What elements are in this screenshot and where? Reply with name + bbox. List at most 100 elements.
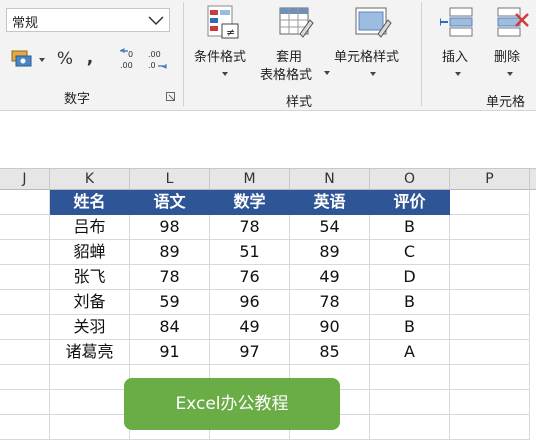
column-header-p[interactable]: P <box>450 169 530 190</box>
cell[interactable] <box>450 290 530 315</box>
cell[interactable] <box>450 365 530 390</box>
cell[interactable] <box>0 290 50 315</box>
column-header-n[interactable]: N <box>290 169 370 190</box>
table-row: 吕布 98 78 54 B <box>0 215 536 240</box>
delete-cells-label: 删除 <box>494 50 521 65</box>
svg-text:.00: .00 <box>148 50 161 59</box>
table-row: 貂蝉 89 51 89 C <box>0 240 536 265</box>
table-cell[interactable]: 96 <box>210 290 290 315</box>
cell[interactable] <box>450 190 530 215</box>
cell[interactable] <box>0 240 50 265</box>
table-header-cell[interactable]: 语文 <box>130 190 210 215</box>
cell[interactable] <box>450 215 530 240</box>
percent-style-button[interactable]: % <box>54 47 76 71</box>
table-cell[interactable]: 49 <box>210 315 290 340</box>
cell[interactable] <box>0 415 50 440</box>
table-header-cell[interactable]: 数学 <box>210 190 290 215</box>
table-cell[interactable]: 98 <box>130 215 210 240</box>
table-row: 刘备 59 96 78 B <box>0 290 536 315</box>
cell[interactable] <box>450 240 530 265</box>
table-cell[interactable]: 97 <box>210 340 290 365</box>
cell[interactable] <box>0 365 50 390</box>
table-cell[interactable]: 78 <box>210 215 290 240</box>
increase-decimal-icon: 0 .00 <box>119 48 133 70</box>
insert-cells-icon <box>440 7 473 37</box>
conditional-formatting-label: 条件格式 <box>194 50 247 65</box>
cell[interactable] <box>450 390 530 415</box>
table-cell[interactable]: 51 <box>210 240 290 265</box>
svg-text:0: 0 <box>128 50 133 59</box>
cell[interactable] <box>450 315 530 340</box>
table-cell[interactable]: 貂蝉 <box>50 240 130 265</box>
table-cell[interactable]: 吕布 <box>50 215 130 240</box>
cell[interactable] <box>50 365 130 390</box>
table-cell[interactable]: 91 <box>130 340 210 365</box>
table-cell[interactable]: 关羽 <box>50 315 130 340</box>
group-divider <box>183 2 184 106</box>
cell-styles-label: 单元格样式 <box>334 50 400 65</box>
column-header-j[interactable]: J <box>0 169 50 190</box>
table-cell[interactable]: 90 <box>290 315 370 340</box>
table-cell[interactable]: B <box>370 315 450 340</box>
column-header-o[interactable]: O <box>370 169 450 190</box>
table-cell[interactable]: 89 <box>130 240 210 265</box>
table-cell[interactable]: 49 <box>290 265 370 290</box>
increase-decimal-button[interactable]: 0 .00 <box>118 47 142 71</box>
accounting-format-button[interactable] <box>8 47 48 71</box>
table-header-cell[interactable]: 评价 <box>370 190 450 215</box>
table-cell[interactable]: 54 <box>290 215 370 240</box>
table-cell[interactable]: 89 <box>290 240 370 265</box>
cell[interactable] <box>50 390 130 415</box>
dropdown-caret-icon <box>222 72 228 76</box>
table-cell[interactable]: C <box>370 240 450 265</box>
conditional-formatting-button[interactable]: ≠ 条件格式 <box>190 2 260 82</box>
table-cell[interactable]: D <box>370 265 450 290</box>
table-cell[interactable]: 78 <box>130 265 210 290</box>
table-cell[interactable]: 85 <box>290 340 370 365</box>
table-cell[interactable]: 78 <box>290 290 370 315</box>
accounting-icon <box>11 50 45 67</box>
cell[interactable] <box>0 265 50 290</box>
table-cell[interactable]: 刘备 <box>50 290 130 315</box>
cell[interactable] <box>370 390 450 415</box>
format-as-table-button[interactable]: 套用 表格格式 <box>258 2 334 84</box>
cell[interactable] <box>450 415 530 440</box>
cell[interactable] <box>50 415 130 440</box>
table-header-cell[interactable]: 姓名 <box>50 190 130 215</box>
delete-cells-button[interactable]: 删除 <box>488 2 536 82</box>
cell-styles-button[interactable]: 单元格样式 <box>334 2 412 82</box>
column-header-k[interactable]: K <box>50 169 130 190</box>
group-divider <box>421 2 422 106</box>
number-format-dropdown[interactable]: 常规 <box>6 8 170 32</box>
dialog-launcher-icon[interactable] <box>166 92 176 102</box>
cell[interactable] <box>450 265 530 290</box>
table-header-row: 姓名 语文 数学 英语 评价 <box>0 190 536 215</box>
svg-text:≠: ≠ <box>226 26 235 39</box>
formula-area <box>0 111 536 168</box>
cell[interactable] <box>0 315 50 340</box>
cell[interactable] <box>0 190 50 215</box>
column-header-l[interactable]: L <box>130 169 210 190</box>
table-header-cell[interactable]: 英语 <box>290 190 370 215</box>
cell[interactable] <box>0 340 50 365</box>
table-cell[interactable]: 59 <box>130 290 210 315</box>
cell[interactable] <box>370 415 450 440</box>
group-label-styles: 样式 <box>286 95 313 110</box>
table-cell[interactable]: 张飞 <box>50 265 130 290</box>
cell[interactable] <box>0 390 50 415</box>
table-cell[interactable]: A <box>370 340 450 365</box>
svg-text:.00: .00 <box>120 61 133 70</box>
cell[interactable] <box>370 365 450 390</box>
column-header-m[interactable]: M <box>210 169 290 190</box>
table-cell[interactable]: B <box>370 290 450 315</box>
cell[interactable] <box>0 215 50 240</box>
insert-cells-button[interactable]: 插入 <box>432 2 482 82</box>
table-cell[interactable]: 84 <box>130 315 210 340</box>
table-cell[interactable]: 诸葛亮 <box>50 340 130 365</box>
comma-style-button[interactable]: , <box>82 47 98 71</box>
cell[interactable] <box>450 340 530 365</box>
table-cell[interactable]: 76 <box>210 265 290 290</box>
dropdown-caret-icon <box>324 71 330 75</box>
table-cell[interactable]: B <box>370 215 450 240</box>
decrease-decimal-button[interactable]: .00 .0 <box>146 47 170 71</box>
